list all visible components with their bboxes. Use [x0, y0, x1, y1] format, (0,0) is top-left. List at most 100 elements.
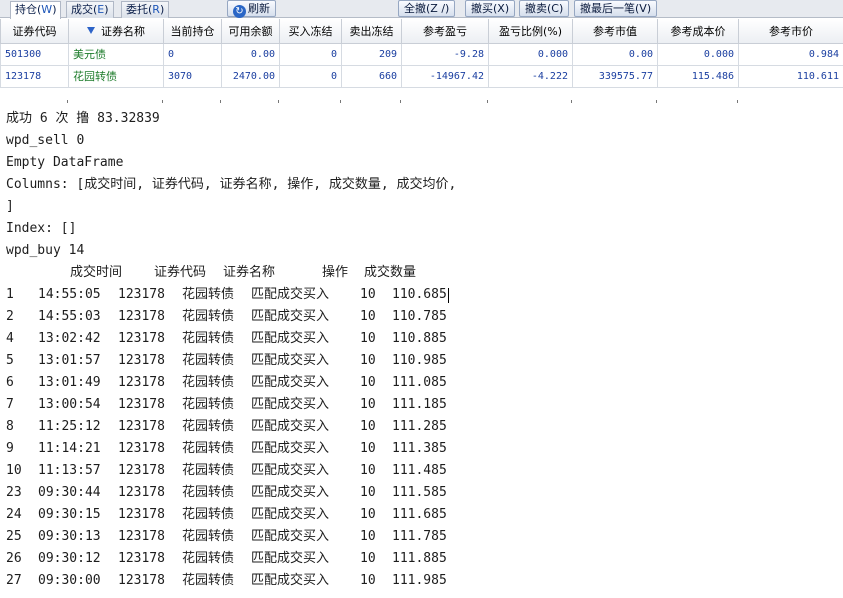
col-header-buy-frozen[interactable]: 买入冻结	[279, 19, 342, 44]
df-op: 匹配成交买入	[251, 287, 330, 302]
cell-market-value: 339575.77	[572, 64, 658, 88]
df-price: 110.785	[392, 309, 447, 324]
cell-cost-price: 115.486	[657, 64, 739, 88]
cancel-all-button[interactable]: 全撤(Z /)	[398, 0, 456, 17]
table-row: 25 09:30:13 123178 花园转债 匹配成交买入 10 111.785	[6, 526, 506, 548]
table-row: 6 13:01:49 123178 花园转债 匹配成交买入 10 111.085	[6, 372, 506, 394]
df-time: 11:14:21	[38, 441, 101, 456]
df-price: 111.885	[392, 551, 447, 566]
df-qty: 10	[360, 331, 376, 346]
refresh-button[interactable]: ↻ 刷新	[227, 0, 276, 18]
df-col-qty: 成交数量	[364, 265, 417, 280]
table-row: 23 09:30:44 123178 花园转债 匹配成交买入 10 111.585	[6, 482, 506, 504]
cell-buy-frozen: 0	[279, 64, 342, 88]
tab-orders-tail: )	[159, 3, 165, 16]
col-header-cost-price[interactable]: 参考成本价	[657, 19, 739, 44]
table-row: 4 13:02:42 123178 花园转债 匹配成交买入 10 110.885	[6, 328, 506, 350]
table-row: 10 11:13:57 123178 花园转债 匹配成交买入 10 111.485	[6, 460, 506, 482]
df-name: 花园转债	[182, 353, 235, 368]
df-code: 123178	[118, 441, 165, 456]
df-qty: 10	[360, 309, 376, 324]
col-header-code[interactable]: 证券代码	[0, 19, 69, 44]
tab-deals-tail: )	[104, 3, 109, 16]
df-code: 123178	[118, 309, 165, 324]
tab-deals-label: 成交(	[71, 3, 98, 16]
tab-orders-label: 委托(	[126, 3, 153, 16]
df-op: 匹配成交买入	[251, 463, 330, 478]
df-index: 10	[6, 463, 22, 478]
cell-pnl: -14967.42	[401, 64, 489, 88]
cancel-last-button[interactable]: 撤最后一笔(V)	[574, 0, 658, 17]
refresh-icon: ↻	[233, 5, 246, 18]
col-header-name[interactable]: 证券名称	[68, 19, 164, 44]
console-output[interactable]: 成功 6 次 撸 83.32839 wpd_sell 0 Empty DataF…	[6, 108, 506, 592]
tab-deals[interactable]: 成交(E)	[66, 1, 114, 18]
console-line: wpd_sell 0	[6, 133, 85, 148]
df-time: 09:30:15	[38, 507, 101, 522]
col-header-sell-frozen[interactable]: 卖出冻结	[341, 19, 402, 44]
df-op: 匹配成交买入	[251, 353, 330, 368]
df-op: 匹配成交买入	[251, 507, 330, 522]
df-price: 110.685	[392, 287, 447, 302]
df-index: 5	[6, 353, 14, 368]
df-index: 23	[6, 485, 22, 500]
cell-market-price: 110.611	[738, 64, 843, 88]
cancel-sells-button[interactable]: 撤卖(C)	[519, 0, 570, 17]
tab-orders[interactable]: 委托(R)	[121, 1, 170, 18]
df-time: 14:55:03	[38, 309, 101, 324]
df-op: 匹配成交买入	[251, 419, 330, 434]
df-time: 09:30:13	[38, 529, 101, 544]
console-line: wpd_buy 14	[6, 243, 85, 258]
table-row: 26 09:30:12 123178 花园转债 匹配成交买入 10 111.885	[6, 548, 506, 570]
df-index: 8	[6, 419, 14, 434]
tab-holdings-tail: )	[52, 3, 57, 16]
dataframe-rows: 1 14:55:05 123178 花园转债 匹配成交买入 10 110.685 2 14:55…	[6, 284, 506, 592]
df-price: 110.885	[392, 331, 447, 346]
df-price: 111.585	[392, 485, 447, 500]
df-op: 匹配成交买入	[251, 573, 330, 588]
df-name: 花园转债	[182, 419, 235, 434]
cancel-buys-button[interactable]: 撤买(X)	[465, 0, 516, 17]
table-row: 2 14:55:03 123178 花园转债 匹配成交买入 10 110.785	[6, 306, 506, 328]
df-name: 花园转债	[182, 573, 235, 588]
table-row[interactable]: 123178 花园转债 3070 2470.00 0 660 -14967.42…	[0, 64, 843, 88]
table-row: 1 14:55:05 123178 花园转债 匹配成交买入 10 110.685	[6, 284, 506, 306]
df-code: 123178	[118, 375, 165, 390]
cell-pnl-ratio: -4.222	[488, 64, 573, 88]
df-op: 匹配成交买入	[251, 529, 330, 544]
df-op: 匹配成交买入	[251, 551, 330, 566]
df-qty: 10	[360, 485, 376, 500]
df-name: 花园转债	[182, 485, 235, 500]
table-row[interactable]: 501300 美元债 0 0.00 0 209 -9.28 0.000 0.00…	[0, 42, 843, 66]
cell-sell-frozen: 209	[341, 42, 402, 66]
df-name: 花园转债	[182, 463, 235, 478]
col-header-market-price[interactable]: 参考市价	[738, 19, 843, 44]
df-qty: 10	[360, 573, 376, 588]
col-header-name-label: 证券名称	[101, 24, 145, 38]
df-time: 09:30:44	[38, 485, 101, 500]
df-time: 13:01:49	[38, 375, 101, 390]
tab-holdings[interactable]: 持仓(W)	[10, 1, 62, 19]
col-header-position[interactable]: 当前持仓	[163, 19, 222, 44]
col-header-available[interactable]: 可用余额	[221, 19, 280, 44]
cell-market-price: 0.984	[738, 42, 843, 66]
col-header-pnl[interactable]: 参考盈亏	[401, 19, 489, 44]
col-header-pnl-ratio[interactable]: 盈亏比例(%)	[488, 19, 573, 44]
df-col-op: 操作	[322, 265, 349, 280]
df-qty: 10	[360, 441, 376, 456]
tab-holdings-label: 持仓(	[15, 3, 42, 16]
df-price: 111.985	[392, 573, 447, 588]
df-code: 123178	[118, 573, 165, 588]
col-header-market-value[interactable]: 参考市值	[572, 19, 658, 44]
cell-cost-price: 0.000	[657, 42, 739, 66]
df-index: 27	[6, 573, 22, 588]
df-price: 111.285	[392, 419, 447, 434]
console-line: ]	[6, 199, 14, 214]
df-time: 11:25:12	[38, 419, 101, 434]
cell-sell-frozen: 660	[341, 64, 402, 88]
df-code: 123178	[118, 551, 165, 566]
df-qty: 10	[360, 507, 376, 522]
df-name: 花园转债	[182, 551, 235, 566]
df-price: 111.685	[392, 507, 447, 522]
cell-market-value: 0.00	[572, 42, 658, 66]
